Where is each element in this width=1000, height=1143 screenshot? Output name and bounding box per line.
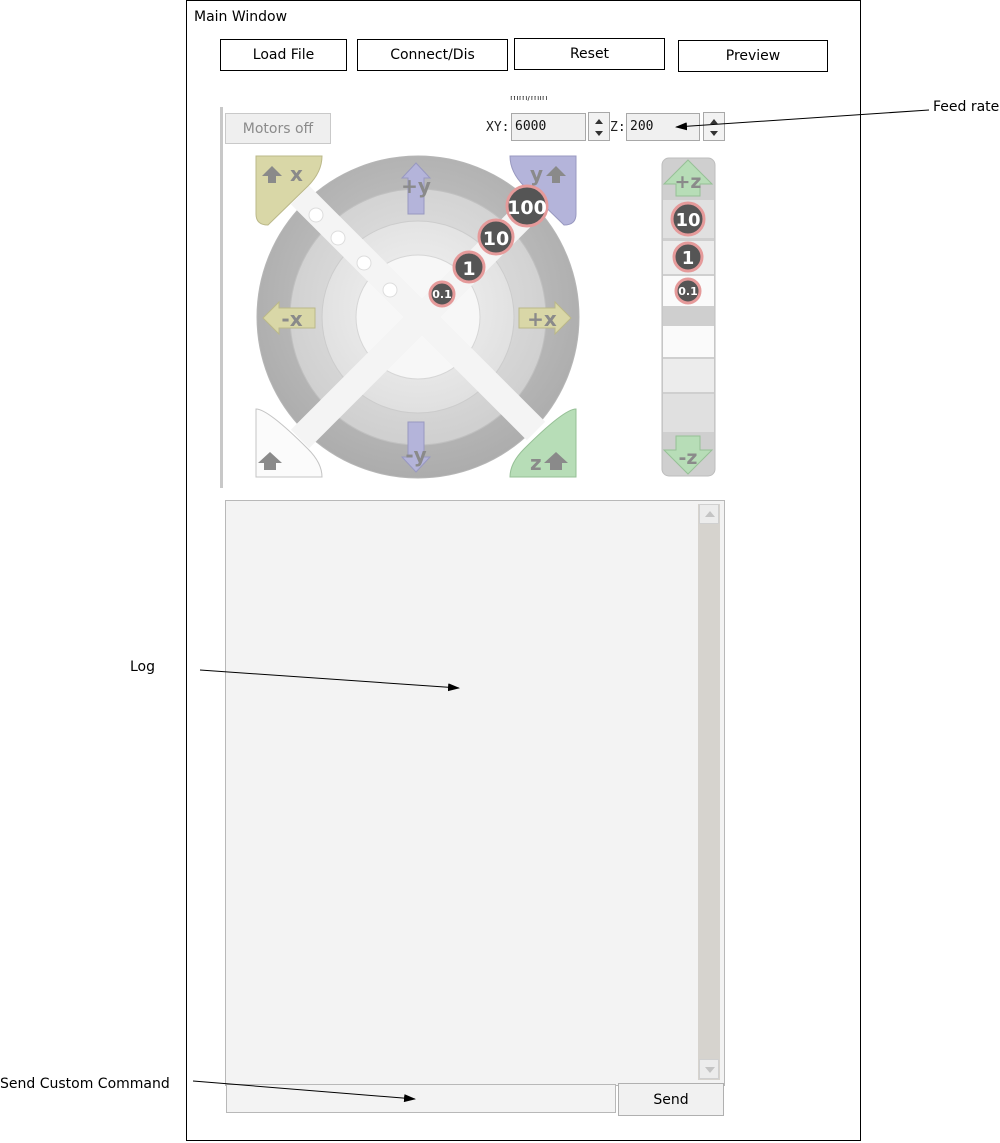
feed-rate-arrow xyxy=(675,109,930,131)
send-command-arrow xyxy=(192,1080,416,1103)
annotation-arrows xyxy=(192,109,930,1103)
log-arrow xyxy=(199,669,460,692)
